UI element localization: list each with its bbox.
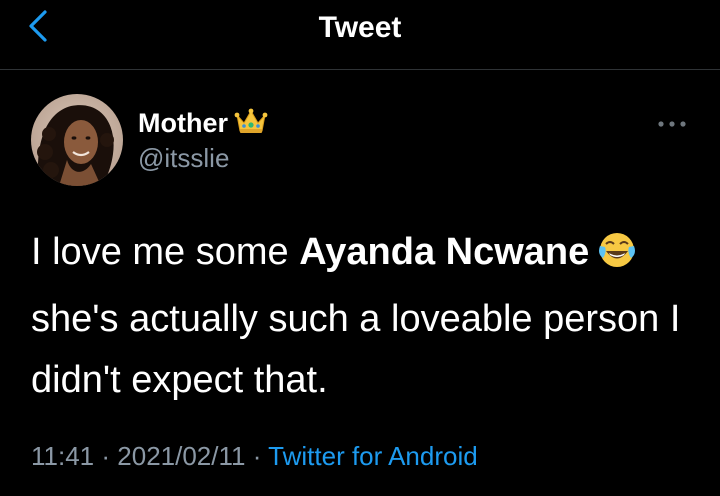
tweet-meta: 11:41 · 2021/02/11 · Twitter for Android	[31, 438, 478, 474]
author-display-name[interactable]: Mother	[138, 106, 228, 140]
tweet-author[interactable]: Mother @itsslie	[138, 106, 268, 174]
crown-emoji	[234, 107, 268, 140]
more-horizontal-icon	[657, 115, 687, 133]
avatar[interactable]	[31, 94, 123, 186]
meta-separator: ·	[252, 441, 262, 471]
page-title: Tweet	[318, 11, 402, 44]
tweet-text: I love me some Ayanda Ncwane she's actua…	[31, 222, 701, 411]
tweet-date: 2021/02/11	[117, 441, 246, 471]
tweet-text-part2: she's actually such a loveable person I …	[31, 298, 681, 401]
author-handle[interactable]: @itsslie	[138, 142, 268, 174]
tweet-source-link[interactable]: Twitter for Android	[268, 441, 478, 471]
tweet-text-part1: I love me some	[31, 231, 300, 273]
more-options-button[interactable]	[652, 112, 692, 136]
tweet-header: Tweet	[0, 0, 720, 70]
meta-separator: ·	[101, 441, 111, 471]
face-with-tears-of-joy-emoji	[597, 228, 637, 289]
tweet-mention: Ayanda Ncwane	[299, 231, 590, 273]
tweet-time: 11:41	[31, 441, 95, 471]
